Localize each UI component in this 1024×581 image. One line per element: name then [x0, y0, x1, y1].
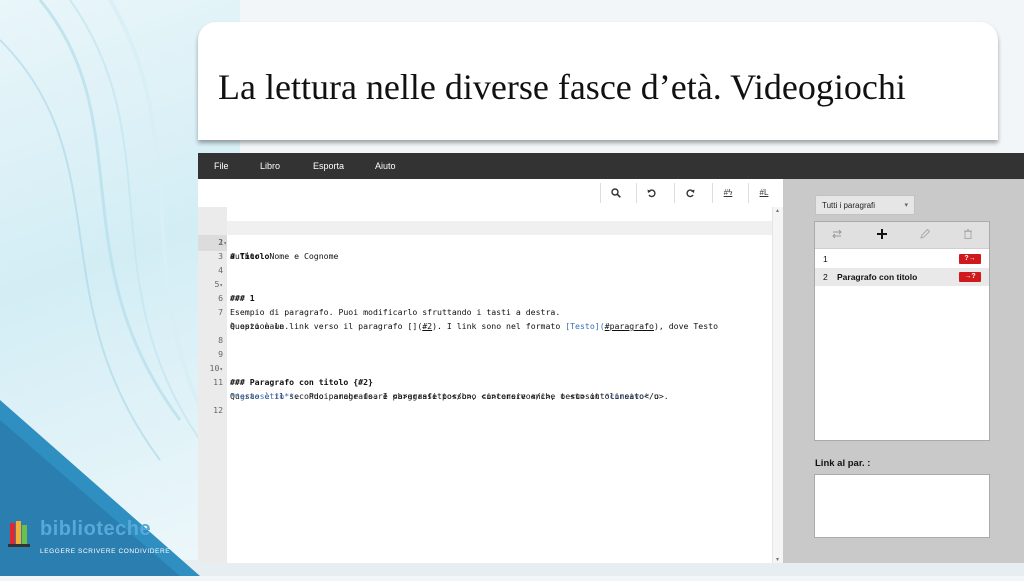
- search-button[interactable]: [600, 183, 631, 203]
- logo-tagline: LEGGERE SCRIVERE CONDIVIDERE: [40, 548, 171, 555]
- swap-button[interactable]: [827, 227, 847, 243]
- logo-name: biblioteche: [40, 518, 152, 540]
- menu-libro[interactable]: Libro: [260, 153, 280, 179]
- editor-pane: #ϟ #L 1▾ # Titolo 2 author: Nome e Cogno…: [198, 179, 784, 563]
- redo-icon: [686, 189, 695, 198]
- add-paragraph-button[interactable]: [872, 227, 892, 243]
- line-number: 12: [213, 405, 223, 415]
- scroll-down-icon[interactable]: ▾: [776, 556, 779, 563]
- trash-icon: [964, 229, 972, 239]
- editor-line: 6 Esempio di paragrafo. Puoi modificarlo…: [198, 277, 560, 317]
- paragraph-filter-value: Tutti i paragrafi: [822, 201, 876, 210]
- slide-title: La lettura nelle diverse fasce d’età. Vi…: [218, 67, 906, 107]
- paragraph-filter-select[interactable]: Tutti i paragrafi ▾: [815, 195, 915, 215]
- hash-link-button[interactable]: #L: [748, 183, 779, 203]
- undo-button[interactable]: [636, 183, 667, 203]
- editor-line: 7 Questo è un link verso il paragrafo []…: [198, 291, 718, 331]
- edit-paragraph-button[interactable]: [915, 227, 935, 243]
- editor-line: 2 author: Nome e Cognome: [198, 221, 338, 261]
- delete-paragraph-button[interactable]: [958, 227, 978, 243]
- line-text: **grassetto**. Puoi anche usare <b>grass…: [230, 391, 669, 401]
- chevron-down-icon: ▾: [904, 202, 908, 209]
- redo-button[interactable]: [674, 183, 705, 203]
- incoming-link-badge: ?→: [959, 254, 981, 264]
- line-text: Questo è un link verso il paragrafo [](#…: [230, 321, 719, 331]
- books-logo-icon: [8, 521, 30, 547]
- editor-line: 4: [198, 249, 237, 275]
- hash-lightning-icon: #ϟ: [723, 188, 733, 197]
- app-window: File Libro Esporta Aiuto #ϟ #L 1▾ # Tito…: [198, 153, 1024, 563]
- editor-line-wrap: **grassetto**. Puoi anche usare <b>grass…: [198, 375, 669, 401]
- menu-file[interactable]: File: [214, 153, 229, 179]
- paragraph-number: 1: [823, 254, 828, 264]
- code-editor[interactable]: 1▾ # Titolo 2 author: Nome e Cognome 3 4…: [198, 207, 783, 563]
- paragraph-number: 2: [823, 272, 828, 282]
- editor-line: 12: [198, 389, 237, 415]
- undo-icon: [647, 189, 656, 198]
- editor-line: 11 Questo è il secondo paragrafo. I para…: [198, 361, 659, 401]
- line-text: Esempio di paragrafo. Puoi modificarlo s…: [230, 307, 561, 317]
- hash-lightning-button[interactable]: #ϟ: [712, 183, 743, 203]
- menu-esporta[interactable]: Esporta: [313, 153, 344, 179]
- paragraph-title: Paragrafo con titolo: [837, 272, 918, 282]
- paragraph-panel: Tutti i paragrafi ▾ 1 ?→ 2 Paragrafo con…: [783, 179, 1024, 563]
- editor-line: 3: [198, 235, 237, 261]
- editor-toolbar: #ϟ #L: [198, 179, 783, 207]
- paragraph-item[interactable]: 1 ?→: [815, 250, 989, 268]
- pencil-icon: [920, 228, 931, 239]
- editor-line: 10▾ ### Paragrafo con titolo {#2}: [198, 347, 373, 387]
- swap-icon: [832, 229, 842, 239]
- scroll-up-icon[interactable]: ▴: [776, 207, 779, 214]
- line-text: author: Nome e Cognome: [230, 251, 339, 261]
- link-label: Link al par. :: [815, 458, 871, 469]
- outgoing-link-badge: →?: [959, 272, 981, 282]
- editor-line: 1▾ # Titolo: [198, 207, 772, 261]
- paragraph-list: 1 ?→ 2 Paragrafo con titolo →?: [814, 221, 990, 441]
- search-icon: [611, 188, 621, 198]
- menu-bar: File Libro Esporta Aiuto: [198, 153, 1024, 179]
- slide-title-card: La lettura nelle diverse fasce d’età. Vi…: [198, 22, 998, 140]
- editor-line: 9: [198, 333, 237, 359]
- editor-line: 5▾ ### 1: [198, 263, 254, 303]
- link-list-box[interactable]: [814, 474, 990, 538]
- menu-aiuto[interactable]: Aiuto: [375, 153, 396, 179]
- editor-line-wrap: è opzionale.: [198, 305, 289, 331]
- editor-line: 8: [198, 319, 237, 345]
- hash-link-icon: #L: [759, 188, 769, 197]
- plus-icon: [877, 229, 887, 239]
- line-text: ### Paragrafo con titolo {#2}: [230, 377, 373, 387]
- paragraph-tools: [815, 222, 989, 249]
- line-text: è opzionale.: [230, 321, 290, 331]
- paragraph-item[interactable]: 2 Paragrafo con titolo →?: [815, 268, 989, 286]
